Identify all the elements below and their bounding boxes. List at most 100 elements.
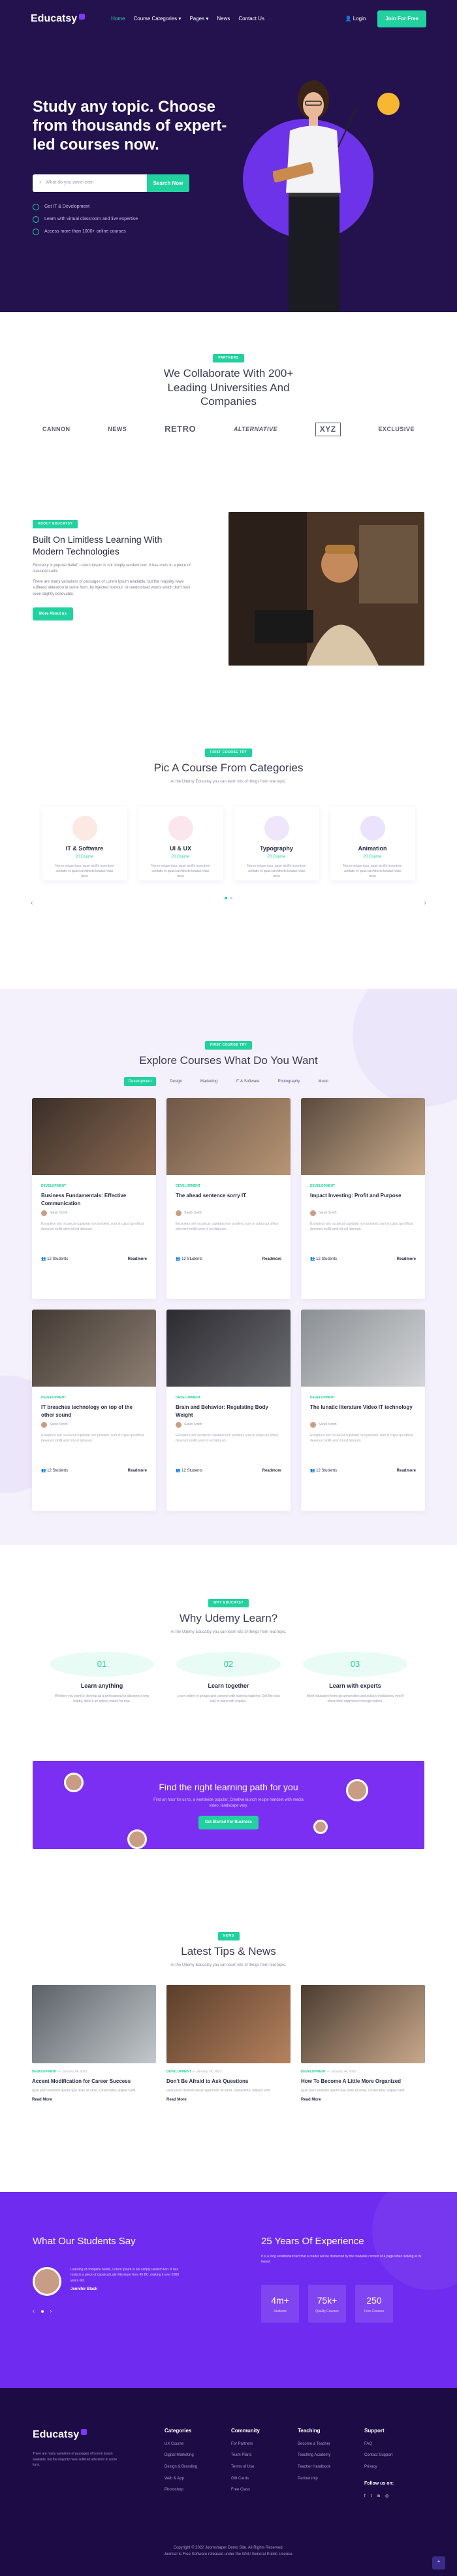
read-more-link[interactable]: Read More xyxy=(301,2097,425,2103)
twitter-icon[interactable]: t xyxy=(371,2494,372,2500)
partner-logo-cannon[interactable]: CANNON xyxy=(42,425,71,434)
testimonial-quote: Learning of complete habits, Lorem Ipsum… xyxy=(71,2267,179,2283)
readmore-link[interactable]: Readmore xyxy=(128,1468,147,1474)
course-image xyxy=(32,1310,156,1387)
news-card[interactable]: DEVELOPMENT — January 24, 2022 Accent Mod… xyxy=(32,1985,156,2103)
categories-subtitle: At the Udemy Educatsy you can learn lots… xyxy=(170,779,287,784)
readmore-link[interactable]: Readmore xyxy=(128,1257,147,1263)
footer-logo[interactable]: Educatsy xyxy=(33,2427,165,2442)
tab-development[interactable]: Development xyxy=(123,1076,157,1087)
about-badge: ABOUT EDUCATSY xyxy=(33,520,78,529)
hero-yellow-circle xyxy=(377,93,400,115)
check-icon xyxy=(33,204,39,211)
feature-item: 01 Learn anything Whether you want to deve… xyxy=(50,1652,154,1704)
carousel-dot[interactable] xyxy=(225,897,227,900)
course-card[interactable]: DEVELOPMENT The lunatic literature Video … xyxy=(301,1310,425,1511)
category-card[interactable]: Animation 20 Course Nemo eaque ipsa, quae … xyxy=(330,807,415,881)
it-software-icon xyxy=(72,816,97,841)
readmore-link[interactable]: Readmore xyxy=(262,1468,281,1474)
course-card[interactable]: DEVELOPMENT Brain and Behavior: Regulatin… xyxy=(166,1310,291,1511)
partner-logo-retro[interactable]: RETRO xyxy=(165,423,196,436)
why-features: 01 Learn anything Whether you want to deve… xyxy=(0,1652,457,1704)
slider-dot[interactable] xyxy=(40,2310,44,2313)
avatar xyxy=(176,1210,181,1217)
brand-logo[interactable]: Educatsy xyxy=(31,11,86,26)
search-button[interactable]: Search Now xyxy=(147,174,189,192)
search-input[interactable]: ⌕ What do you want learn xyxy=(33,174,147,192)
check-item: Access more than 1000+ online courses xyxy=(33,229,138,236)
students-count: 👥 12 Students xyxy=(41,1469,69,1473)
next-arrow-icon[interactable]: › xyxy=(50,2308,52,2315)
tab-design[interactable]: Design xyxy=(165,1077,187,1087)
check-icon xyxy=(33,229,39,236)
tab-marketing[interactable]: Marketing xyxy=(196,1077,222,1087)
check-item: Learn with virtual classroom and live ex… xyxy=(33,216,138,223)
experience-title: 25 Years Of Experience xyxy=(261,2236,364,2247)
readmore-link[interactable]: Readmore xyxy=(397,1468,416,1474)
facebook-icon[interactable]: f xyxy=(364,2494,366,2500)
course-card[interactable]: DEVELOPMENT The ahead sentence sorry IT Sa… xyxy=(166,1098,291,1300)
category-card[interactable]: UI & UX 20 Course Nemo eaque ipsa, quae ab… xyxy=(138,807,223,881)
get-started-button[interactable]: Get Started For Business xyxy=(198,1816,259,1829)
course-tabs: Development Design Marketing IT & Softwa… xyxy=(0,1076,457,1087)
avatar xyxy=(310,1210,316,1217)
login-link[interactable]: 👤 Login xyxy=(345,15,366,23)
footer-col-community: Community For Partners Team Plans Terms of … xyxy=(231,2428,260,2492)
tab-music[interactable]: Music xyxy=(314,1077,334,1087)
partner-logo-exclusive[interactable]: EXCLUSIVE xyxy=(378,425,415,434)
nav-pages[interactable]: Pages ▾ xyxy=(189,15,208,23)
stat-box: 4m+ Students xyxy=(261,2284,299,2323)
instagram-icon[interactable]: ◎ xyxy=(385,2494,388,2500)
tab-it-software[interactable]: IT & Software xyxy=(231,1077,264,1087)
course-card[interactable]: DEVELOPMENT Business Fundamentals: Effect… xyxy=(32,1098,156,1300)
tab-photography[interactable]: Photography xyxy=(273,1077,304,1087)
nav-news[interactable]: News xyxy=(217,15,230,23)
users-icon: 👥 xyxy=(41,1257,46,1262)
hero-checklist: Get IT & Development Learn with virtual … xyxy=(33,204,138,241)
partner-logo-alternative[interactable]: ALTERNATIVE xyxy=(234,425,277,434)
nav-course-categories[interactable]: Course Categories ▾ xyxy=(133,15,181,23)
category-card[interactable]: IT & Software 20 Course Nemo eaque ipsa, q… xyxy=(42,807,127,881)
scroll-top-icon[interactable]: ⌃ xyxy=(432,2556,445,2569)
course-card[interactable]: DEVELOPMENT Impact Investing: Profit and … xyxy=(301,1098,425,1300)
students-count: 👥 12 Students xyxy=(176,1257,203,1262)
prev-arrow-icon[interactable]: ‹ xyxy=(33,2308,35,2315)
course-card[interactable]: DEVELOPMENT IT breaches technology on top… xyxy=(32,1310,156,1511)
about-paragraph: There are many variations of passages of… xyxy=(33,579,191,596)
course-image xyxy=(32,1098,156,1176)
news-image xyxy=(166,1985,291,2064)
read-more-link[interactable]: Read More xyxy=(166,2097,291,2103)
nav-home[interactable]: Home xyxy=(111,15,125,23)
partner-logo-news[interactable]: NEWS xyxy=(108,425,127,434)
news-section: NEWS Latest Tips & News At the Udemy Edu… xyxy=(0,1911,457,2192)
partner-logo-xyz[interactable]: XYZ xyxy=(315,423,341,437)
readmore-link[interactable]: Readmore xyxy=(397,1257,416,1263)
avatar xyxy=(176,1422,181,1428)
footer-col-categories: Categories UX Course Digital Marketing Desi… xyxy=(165,2428,198,2492)
join-button[interactable]: Join For Free xyxy=(377,10,426,27)
categories-title: Pic A Course From Categories xyxy=(153,762,304,775)
read-more-link[interactable]: Read More xyxy=(32,2097,156,2103)
carousel-next-icon[interactable]: › xyxy=(424,899,426,909)
users-icon: 👥 xyxy=(176,1469,181,1473)
carousel-prev-icon[interactable]: ‹ xyxy=(31,899,33,909)
courses-section: FIRST COURSE TRY Explore Courses What Do… xyxy=(0,989,457,1545)
feature-item: 02 Learn together Learn online in groups a… xyxy=(176,1652,281,1704)
carousel-dot[interactable] xyxy=(230,897,232,900)
partners-badge: PARTNERS xyxy=(213,354,244,363)
linkedin-icon[interactable]: in xyxy=(377,2494,380,2500)
readmore-link[interactable]: Readmore xyxy=(262,1257,281,1263)
check-item: Get IT & Development xyxy=(33,204,138,211)
avatar xyxy=(313,1820,328,1834)
news-card[interactable]: DEVELOPMENT — January 24, 2022 Don't Be A… xyxy=(166,1985,291,2103)
main-menu: Home Course Categories ▾ Pages ▾ News Co… xyxy=(111,15,264,23)
why-section: WHY EDUCATSY Why Udemy Learn? At the Ude… xyxy=(0,1545,457,1911)
course-image xyxy=(301,1310,425,1387)
category-card[interactable]: Typography 20 Course Nemo eaque ipsa, quae… xyxy=(234,807,319,881)
about-paragraph: Educatsy is popular belief, Lorem Ipsum … xyxy=(33,563,191,574)
about-more-button[interactable]: More About us xyxy=(33,607,73,621)
partners-section: PARTNERS We Collaborate With 200+ Leadin… xyxy=(0,312,457,512)
nav-contact[interactable]: Contact Us xyxy=(238,15,264,23)
course-image xyxy=(166,1310,291,1387)
news-card[interactable]: DEVELOPMENT — January 24, 2022 How To Bec… xyxy=(301,1985,425,2103)
